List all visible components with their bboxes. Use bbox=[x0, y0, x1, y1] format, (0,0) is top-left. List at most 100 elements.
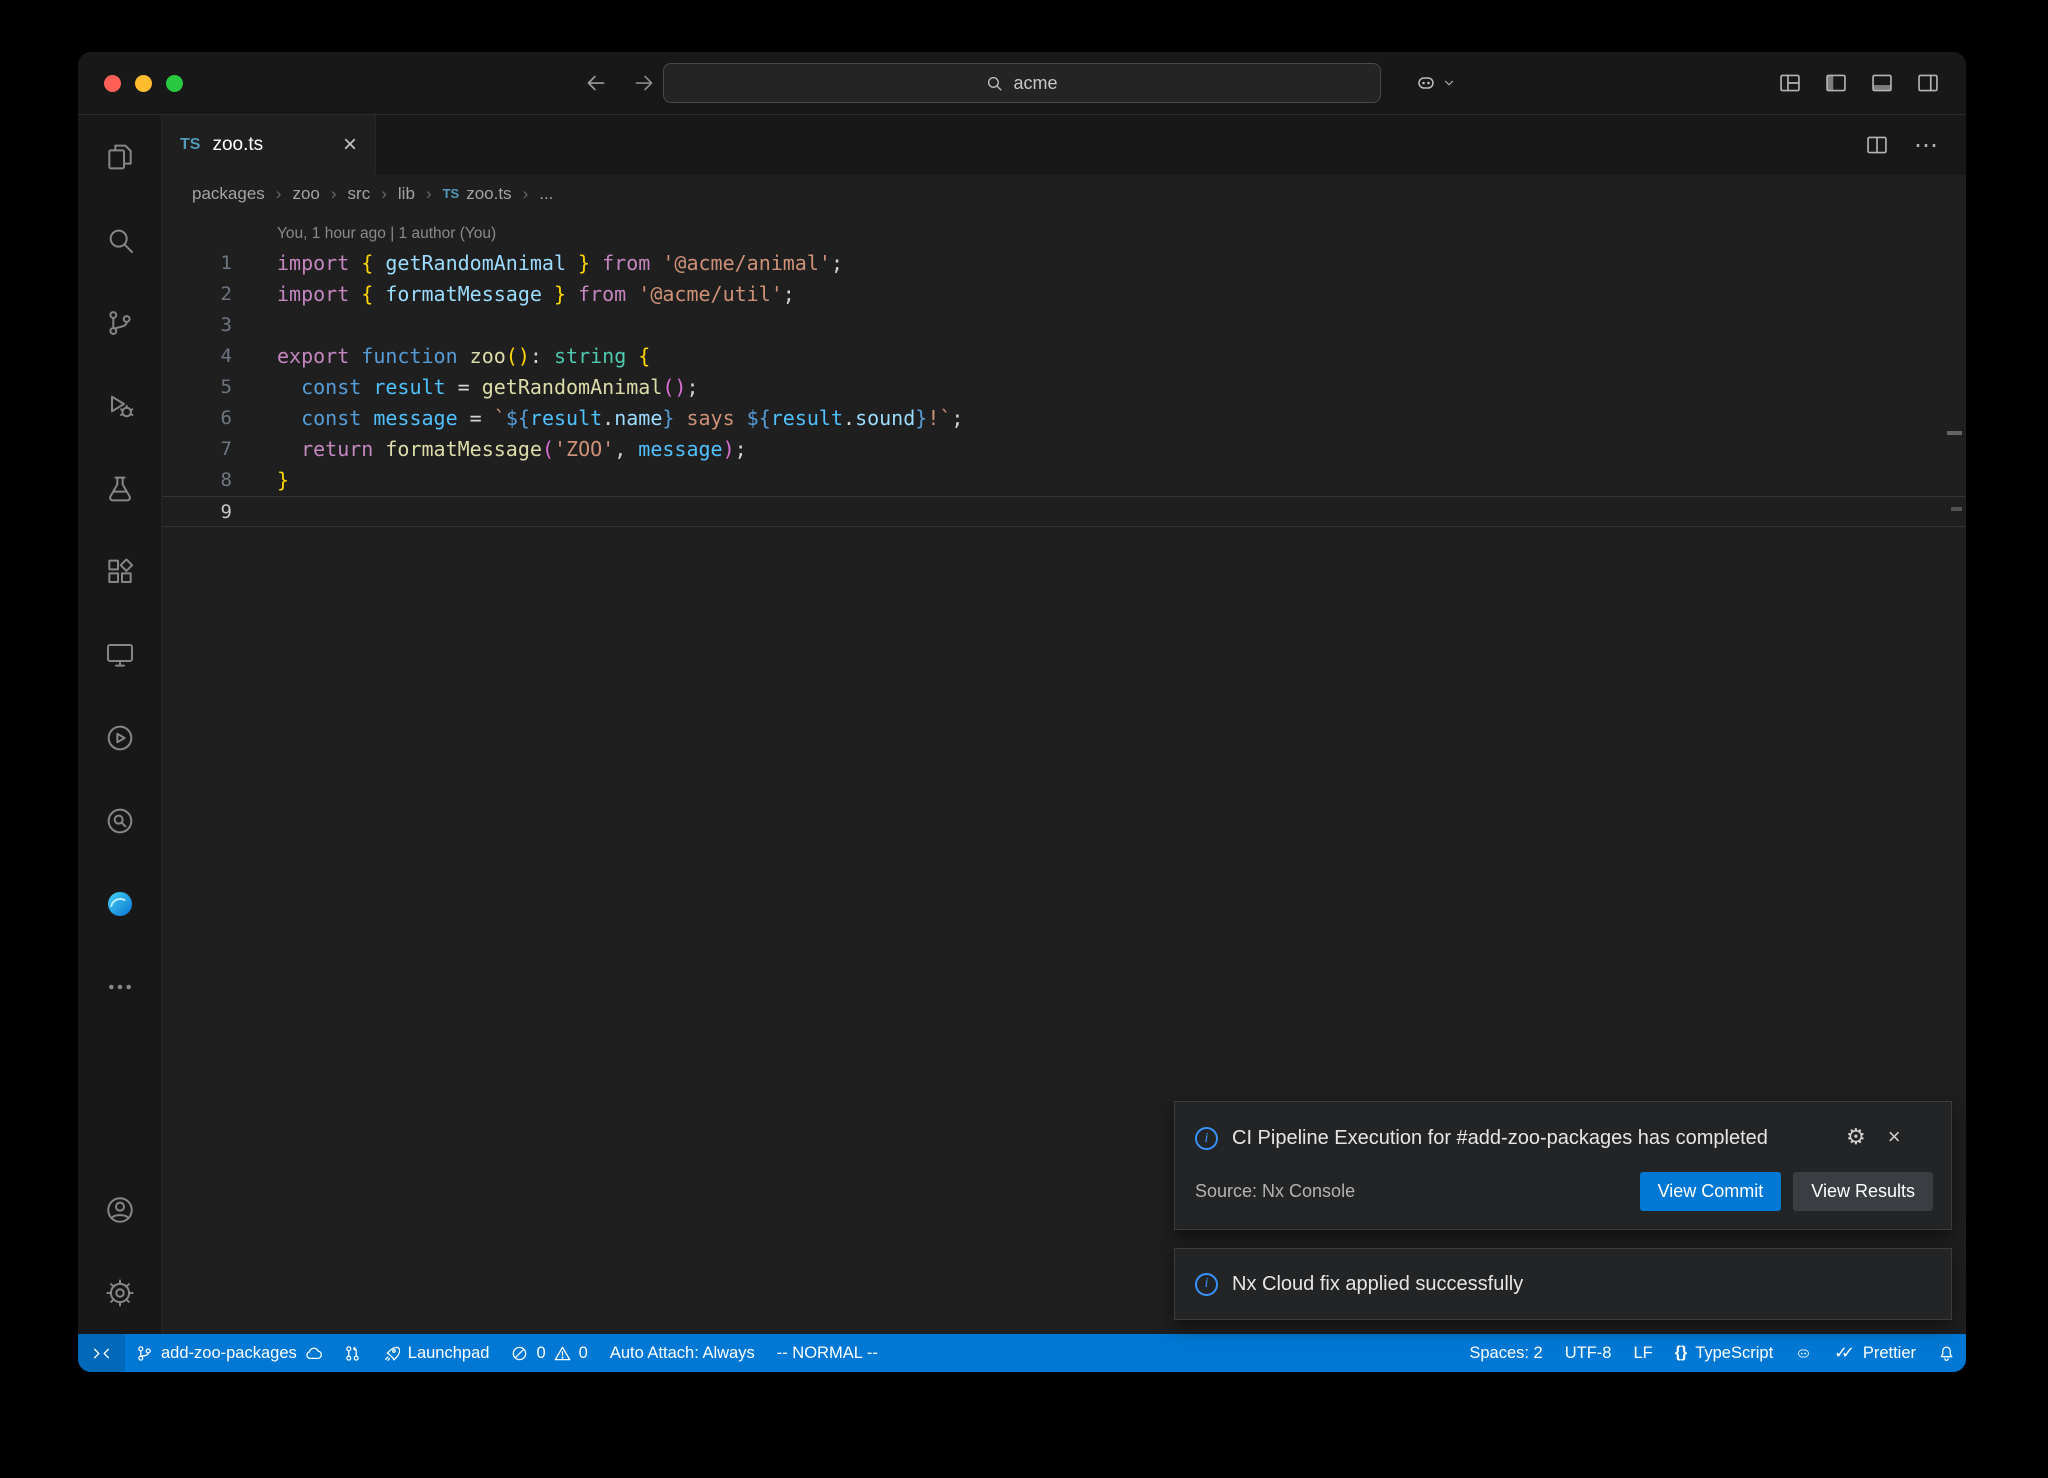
code-line[interactable]: 8} bbox=[162, 465, 1966, 496]
breadcrumb-item-file[interactable]: TS zoo.ts bbox=[443, 184, 512, 204]
breadcrumb-item-zoo[interactable]: zoo bbox=[292, 184, 319, 204]
tab-zoo-ts[interactable]: TS zoo.ts × bbox=[162, 115, 376, 175]
breadcrumb-item-symbol[interactable]: ... bbox=[539, 184, 553, 204]
eol-label: LF bbox=[1633, 1344, 1652, 1363]
view-results-button[interactable]: View Results bbox=[1793, 1172, 1933, 1211]
code-line[interactable]: 4export function zoo(): string { bbox=[162, 341, 1966, 372]
line-number[interactable]: 8 bbox=[162, 465, 232, 496]
problems-status[interactable]: 0 0 bbox=[500, 1334, 598, 1372]
toggle-panel-button[interactable] bbox=[1871, 72, 1893, 94]
sidebar-item-remote-explorer[interactable] bbox=[78, 613, 161, 696]
source-control-icon bbox=[104, 307, 136, 339]
notification-source: Source: Nx Console bbox=[1195, 1181, 1355, 1202]
toggle-primary-sidebar-button[interactable] bbox=[1825, 72, 1847, 94]
arrow-right-icon bbox=[631, 70, 657, 96]
sidebar-item-search[interactable] bbox=[78, 198, 161, 281]
sidebar-item-testing[interactable] bbox=[78, 447, 161, 530]
notification-close-button[interactable]: × bbox=[1888, 1124, 1901, 1150]
editor-more-actions-button[interactable]: ⋯ bbox=[1914, 131, 1938, 160]
split-editor-icon bbox=[1866, 134, 1888, 156]
settings-button[interactable] bbox=[78, 1251, 161, 1334]
line-number[interactable]: 7 bbox=[162, 434, 232, 465]
code-segment: message bbox=[638, 437, 722, 461]
formatter-status[interactable]: ✓✓ Prettier bbox=[1823, 1334, 1927, 1372]
copilot-status[interactable] bbox=[1784, 1334, 1823, 1372]
remote-indicator[interactable] bbox=[78, 1334, 125, 1372]
code-segment: , bbox=[614, 437, 638, 461]
encoding-label: UTF-8 bbox=[1565, 1344, 1612, 1363]
line-number[interactable]: 2 bbox=[162, 279, 232, 310]
code-segment: ; bbox=[686, 375, 698, 399]
sidebar-item-edge-devtools[interactable] bbox=[78, 862, 161, 945]
code-segment: } bbox=[277, 468, 289, 492]
code-line[interactable]: 5 const result = getRandomAnimal(); bbox=[162, 372, 1966, 403]
branch-name: add-zoo-packages bbox=[161, 1344, 297, 1363]
blame-annotation[interactable]: You, 1 hour ago | 1 author (You) bbox=[162, 220, 1966, 248]
line-number[interactable]: 6 bbox=[162, 403, 232, 434]
toggle-secondary-sidebar-button[interactable] bbox=[1917, 72, 1939, 94]
branch-status[interactable]: add-zoo-packages bbox=[125, 1334, 333, 1372]
code-segment: 'ZOO' bbox=[554, 437, 614, 461]
auto-attach-status[interactable]: Auto Attach: Always bbox=[599, 1334, 766, 1372]
encoding-status[interactable]: UTF-8 bbox=[1554, 1334, 1623, 1372]
code-line[interactable]: 9 bbox=[162, 496, 1966, 527]
close-window-button[interactable] bbox=[104, 75, 121, 92]
code-text: import { getRandomAnimal } from '@acme/a… bbox=[232, 248, 843, 279]
code-segment: const bbox=[301, 375, 373, 399]
sidebar-right-icon bbox=[1917, 72, 1939, 94]
code-segment bbox=[277, 437, 301, 461]
error-icon bbox=[511, 1345, 528, 1362]
tab-close-button[interactable]: × bbox=[343, 133, 357, 157]
forward-button[interactable] bbox=[631, 70, 657, 96]
minimize-window-button[interactable] bbox=[135, 75, 152, 92]
vim-mode-status[interactable]: -- NORMAL -- bbox=[766, 1334, 889, 1372]
code-line[interactable]: 7 return formatMessage('ZOO', message); bbox=[162, 434, 1966, 465]
cloud-sync-icon bbox=[305, 1345, 322, 1362]
notification-toast-nx-cloud: i Nx Cloud fix applied successfully bbox=[1174, 1248, 1952, 1320]
language-status[interactable]: {} TypeScript bbox=[1664, 1334, 1784, 1372]
code-segment: result bbox=[771, 406, 843, 430]
view-commit-button[interactable]: View Commit bbox=[1640, 1172, 1782, 1211]
info-icon: i bbox=[1195, 1273, 1218, 1296]
gear-icon bbox=[104, 1277, 136, 1309]
zoom-window-button[interactable] bbox=[166, 75, 183, 92]
chevron-right-icon: › bbox=[276, 184, 282, 204]
chevron-right-icon: › bbox=[523, 184, 529, 204]
breadcrumb-item-lib[interactable]: lib bbox=[398, 184, 415, 204]
code-line[interactable]: 3 bbox=[162, 310, 1966, 341]
launchpad-status[interactable]: Launchpad bbox=[372, 1334, 501, 1372]
indentation-status[interactable]: Spaces: 2 bbox=[1458, 1334, 1553, 1372]
sidebar-item-source-control[interactable] bbox=[78, 281, 161, 364]
sidebar-item-nx-console[interactable] bbox=[78, 696, 161, 779]
line-number[interactable]: 3 bbox=[162, 310, 232, 341]
code-segment: ( bbox=[542, 437, 554, 461]
sidebar-item-inspect[interactable] bbox=[78, 779, 161, 862]
sidebar-item-extensions[interactable] bbox=[78, 530, 161, 613]
sidebar-item-run-debug[interactable] bbox=[78, 364, 161, 447]
code-segment: name bbox=[614, 406, 662, 430]
pull-request-status[interactable] bbox=[333, 1334, 372, 1372]
customize-layout-button[interactable] bbox=[1779, 72, 1801, 94]
code-segment bbox=[277, 375, 301, 399]
code-line[interactable]: 6 const message = `${result.name} says $… bbox=[162, 403, 1966, 434]
eol-status[interactable]: LF bbox=[1622, 1334, 1663, 1372]
notification-settings-button[interactable]: ⚙ bbox=[1846, 1124, 1866, 1150]
breadcrumb-item-packages[interactable]: packages bbox=[192, 184, 265, 204]
sidebar-item-more[interactable] bbox=[78, 945, 161, 1028]
code-line[interactable]: 1import { getRandomAnimal } from '@acme/… bbox=[162, 248, 1966, 279]
breadcrumb-item-src[interactable]: src bbox=[348, 184, 371, 204]
code-line[interactable]: 2import { formatMessage } from '@acme/ut… bbox=[162, 279, 1966, 310]
account-button[interactable] bbox=[78, 1168, 161, 1251]
sidebar-left-icon bbox=[1825, 72, 1847, 94]
sidebar-item-explorer[interactable] bbox=[78, 115, 161, 198]
line-number[interactable]: 1 bbox=[162, 248, 232, 279]
back-button[interactable] bbox=[583, 70, 609, 96]
split-editor-button[interactable] bbox=[1866, 134, 1888, 156]
line-number[interactable]: 9 bbox=[162, 497, 232, 526]
line-number[interactable]: 4 bbox=[162, 341, 232, 372]
copilot-menu-button[interactable] bbox=[1414, 71, 1456, 95]
notifications-bell[interactable] bbox=[1927, 1334, 1966, 1372]
command-center[interactable]: acme bbox=[663, 63, 1381, 103]
line-number[interactable]: 5 bbox=[162, 372, 232, 403]
launchpad-label: Launchpad bbox=[408, 1344, 490, 1363]
